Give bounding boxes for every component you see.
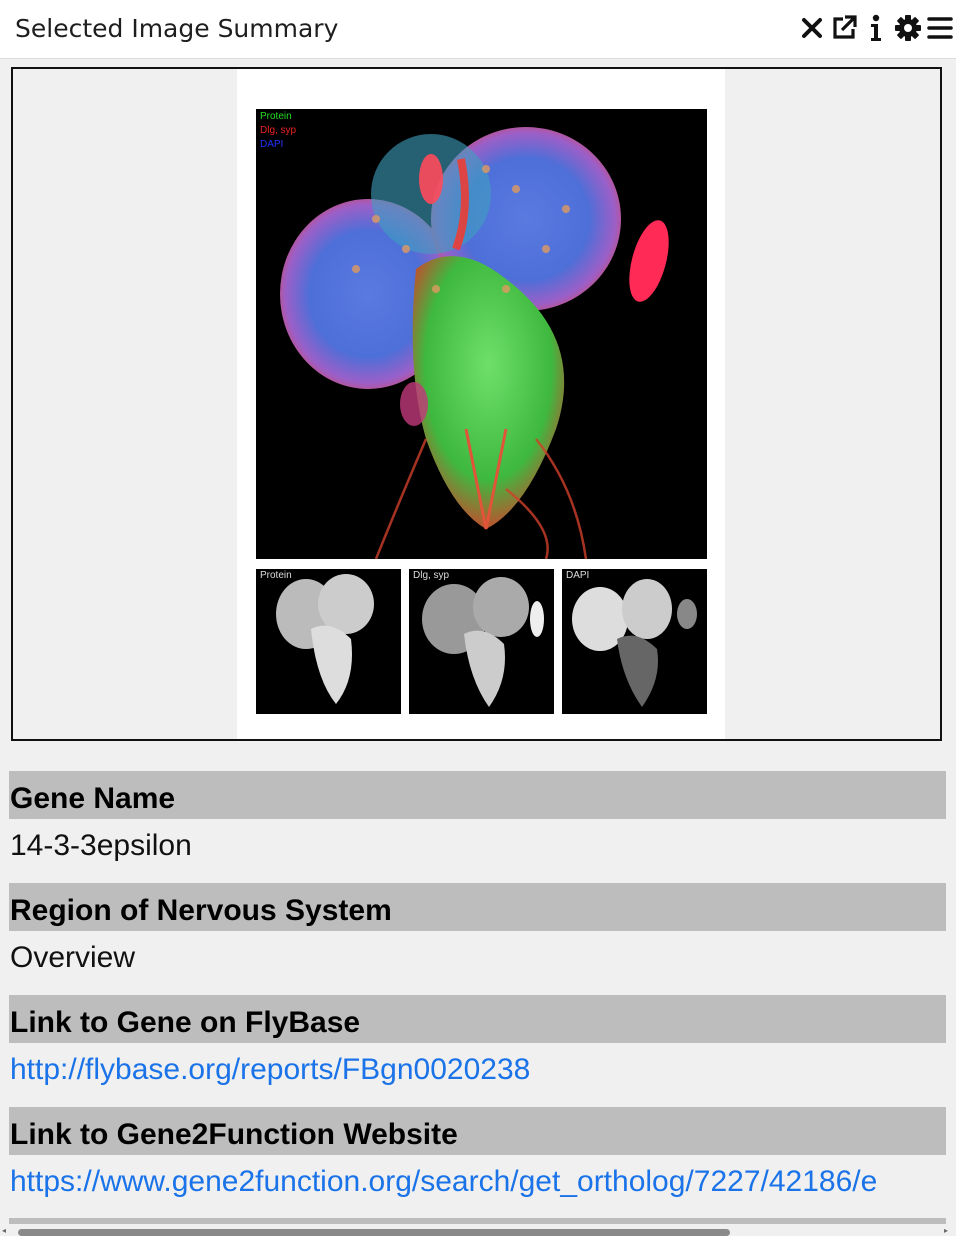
field-header: Link to Gene on FlyBase (9, 995, 946, 1043)
gear-icon[interactable] (894, 12, 922, 44)
dlg-syp-channel-panel: Dlg, syp (409, 569, 554, 714)
gene-expression-figure: Protein Dlg, syp DAPI Protein Dlg, syp D… (237, 69, 725, 739)
field-region: Region of Nervous System Overview (9, 883, 946, 983)
next-field-header-partial (9, 1218, 946, 1224)
legend-dapi: DAPI (260, 139, 284, 150)
field-header: Region of Nervous System (9, 883, 946, 931)
panel-label-dapi: DAPI (566, 570, 590, 581)
close-icon[interactable] (798, 12, 826, 44)
field-header: Gene Name (9, 771, 946, 819)
field-gene-name: Gene Name 14-3-3epsilon (9, 771, 946, 871)
field-value: 14-3-3epsilon (10, 829, 192, 862)
merged-confocal-image: Protein Dlg, syp DAPI (256, 109, 707, 559)
panel-title: Selected Image Summary (15, 14, 339, 43)
panel-titlebar: Selected Image Summary (0, 0, 956, 59)
brain-illustration (280, 127, 669, 559)
image-viewer[interactable]: Protein Dlg, syp DAPI Protein Dlg, syp D… (11, 67, 942, 741)
external-link-icon[interactable] (830, 12, 858, 44)
panel-label-protein: Protein (260, 570, 292, 581)
scroll-left-icon[interactable]: ◂ (2, 1226, 6, 1236)
field-flybase-link: Link to Gene on FlyBase http://flybase.o… (9, 995, 946, 1095)
scroll-right-icon[interactable]: ▸ (944, 1226, 948, 1236)
protein-channel-panel: Protein (256, 569, 401, 714)
gene2function-link[interactable]: https://www.gene2function.org/search/get… (9, 1155, 956, 1207)
field-value: Overview (10, 941, 136, 974)
flybase-link[interactable]: http://flybase.org/reports/FBgn0020238 (9, 1043, 956, 1095)
menu-icon[interactable] (926, 12, 954, 44)
dapi-channel-panel: DAPI (562, 569, 707, 714)
legend-protein: Protein (260, 111, 292, 122)
horizontal-scrollbar[interactable]: ◂ ▸ (0, 1226, 956, 1236)
titlebar-toolbar (798, 12, 954, 44)
scrollbar-thumb[interactable] (18, 1229, 730, 1236)
field-header: Link to Gene2Function Website (9, 1107, 946, 1155)
field-gene2function-link: Link to Gene2Function Website https://ww… (9, 1107, 946, 1207)
panel-label-dlg-syp: Dlg, syp (413, 570, 450, 581)
info-icon[interactable] (862, 12, 890, 44)
legend-dlg-syp: Dlg, syp (260, 125, 297, 136)
